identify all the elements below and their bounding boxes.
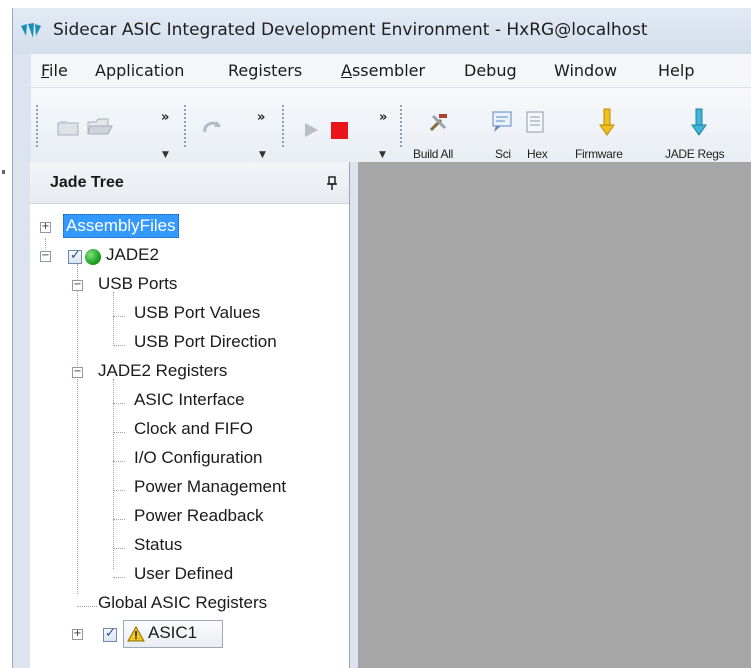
warning-icon <box>127 626 145 642</box>
tree-line <box>113 345 125 346</box>
window-title: Sidecar ASIC Integrated Development Envi… <box>53 20 648 40</box>
toolbar-overflow-3[interactable]: » <box>379 110 387 125</box>
jade-regs-download-icon <box>691 108 707 136</box>
tree-line <box>113 379 114 569</box>
jade-tree: + AssemblyFiles − ✓ JADE2 − USB Ports US… <box>30 204 349 668</box>
build-icon <box>429 114 447 132</box>
teledyne-logo-icon <box>21 23 41 38</box>
build-all-label: Build All <box>413 147 453 161</box>
outside-mark <box>2 170 5 174</box>
tree-line <box>77 606 97 607</box>
title-bar[interactable]: Sidecar ASIC Integrated Development Envi… <box>13 8 751 54</box>
tree-line <box>113 316 125 317</box>
run-icon[interactable] <box>303 122 319 138</box>
check-icon: ✓ <box>70 248 81 263</box>
tree-item-usb-ports[interactable]: USB Ports <box>98 273 177 297</box>
toolbar-overflow-2[interactable]: » <box>257 110 265 125</box>
tree-line <box>113 461 125 462</box>
firmware-label: Firmware <box>575 147 623 161</box>
menu-application[interactable]: Application <box>95 61 184 80</box>
tree-item-jade2-registers[interactable]: JADE2 Registers <box>98 360 227 384</box>
tree-item-register[interactable]: Clock and FIFO <box>134 418 253 442</box>
hex-icon <box>526 111 544 133</box>
tree-item-asic1: ASIC1 <box>148 623 198 642</box>
connected-status-icon <box>85 249 101 265</box>
menu-registers[interactable]: Registers <box>228 61 302 80</box>
tree-line <box>113 292 114 346</box>
tree-line <box>113 432 125 433</box>
pin-icon[interactable] <box>327 176 337 190</box>
asic1-checkbox[interactable]: ✓ <box>103 626 117 642</box>
toolbar-grip[interactable] <box>281 104 285 148</box>
expand-assemblyfiles[interactable]: + <box>40 222 51 233</box>
jade-regs-label: JADE Regs <box>665 147 725 161</box>
tree-item-register[interactable]: Power Readback <box>134 505 263 529</box>
firmware-download-icon <box>599 108 615 136</box>
toolbar-dropdown-2[interactable]: ▼ <box>259 150 266 160</box>
menu-assembler[interactable]: Assembler <box>341 61 425 80</box>
tree-line <box>113 490 125 491</box>
open-folder-icon[interactable] <box>87 116 113 136</box>
tree-line <box>113 403 125 404</box>
pane-header: Jade Tree <box>30 162 349 204</box>
toolbar-grip[interactable] <box>183 104 187 148</box>
tree-item-register[interactable]: Status <box>134 534 182 558</box>
toolbar-grip[interactable] <box>399 104 403 148</box>
tree-item-register[interactable]: I/O Configuration <box>134 447 263 471</box>
tree-item-global-asic-registers[interactable]: Global ASIC Registers <box>98 592 267 616</box>
collapse-jade2[interactable]: − <box>40 251 51 262</box>
tree-item-jade2[interactable]: JADE2 <box>106 244 159 268</box>
jade-tree-pane: Jade Tree + AssemblyFiles − ✓ JADE2 − US… <box>30 162 350 668</box>
menu-debug[interactable]: Debug <box>464 61 517 80</box>
toolbar-overflow-1[interactable]: » <box>161 110 169 125</box>
menu-help[interactable]: Help <box>658 61 694 80</box>
collapse-usb-ports[interactable]: − <box>72 280 83 291</box>
document-area <box>358 162 751 668</box>
menu-file[interactable]: File <box>41 61 68 80</box>
toolbar-dropdown-1[interactable]: ▼ <box>162 150 169 160</box>
toolbar: » ▼ » ▼ » ▼ Build All Sci Hex Firmware J… <box>31 88 751 170</box>
tree-line <box>113 577 125 578</box>
toolbar-dropdown-3[interactable]: ▼ <box>379 150 386 160</box>
tree-line <box>77 264 78 594</box>
sci-icon <box>492 111 512 132</box>
tree-item-usb-port-values[interactable]: USB Port Values <box>134 302 260 326</box>
check-icon: ✓ <box>105 626 116 641</box>
menu-window[interactable]: Window <box>554 61 617 80</box>
outside-area <box>0 0 12 668</box>
jade2-checkbox[interactable]: ✓ <box>68 248 82 264</box>
asic1-item-box[interactable]: ASIC1 <box>123 620 223 648</box>
pane-title: Jade Tree <box>50 174 124 191</box>
pane-splitter[interactable] <box>350 162 358 668</box>
tree-item-assemblyfiles[interactable]: AssemblyFiles <box>63 214 179 238</box>
collapse-jade2-registers[interactable]: − <box>72 367 83 378</box>
tree-item-register[interactable]: Power Management <box>134 476 286 500</box>
tree-item-usb-port-direction[interactable]: USB Port Direction <box>134 331 277 355</box>
hex-label: Hex <box>527 147 548 161</box>
tree-item-register[interactable]: User Defined <box>134 563 233 587</box>
toolbar-grip[interactable] <box>35 104 39 148</box>
stop-icon[interactable] <box>331 122 348 139</box>
expand-asic1[interactable]: + <box>72 629 83 640</box>
refresh-icon[interactable] <box>201 118 225 138</box>
sci-label: Sci <box>495 147 511 161</box>
new-project-icon[interactable] <box>57 120 79 136</box>
tree-item-register[interactable]: ASIC Interface <box>134 389 245 413</box>
menu-bar: File Application Registers Assembler Deb… <box>31 54 751 88</box>
tree-line <box>113 519 125 520</box>
tree-line <box>113 548 125 549</box>
